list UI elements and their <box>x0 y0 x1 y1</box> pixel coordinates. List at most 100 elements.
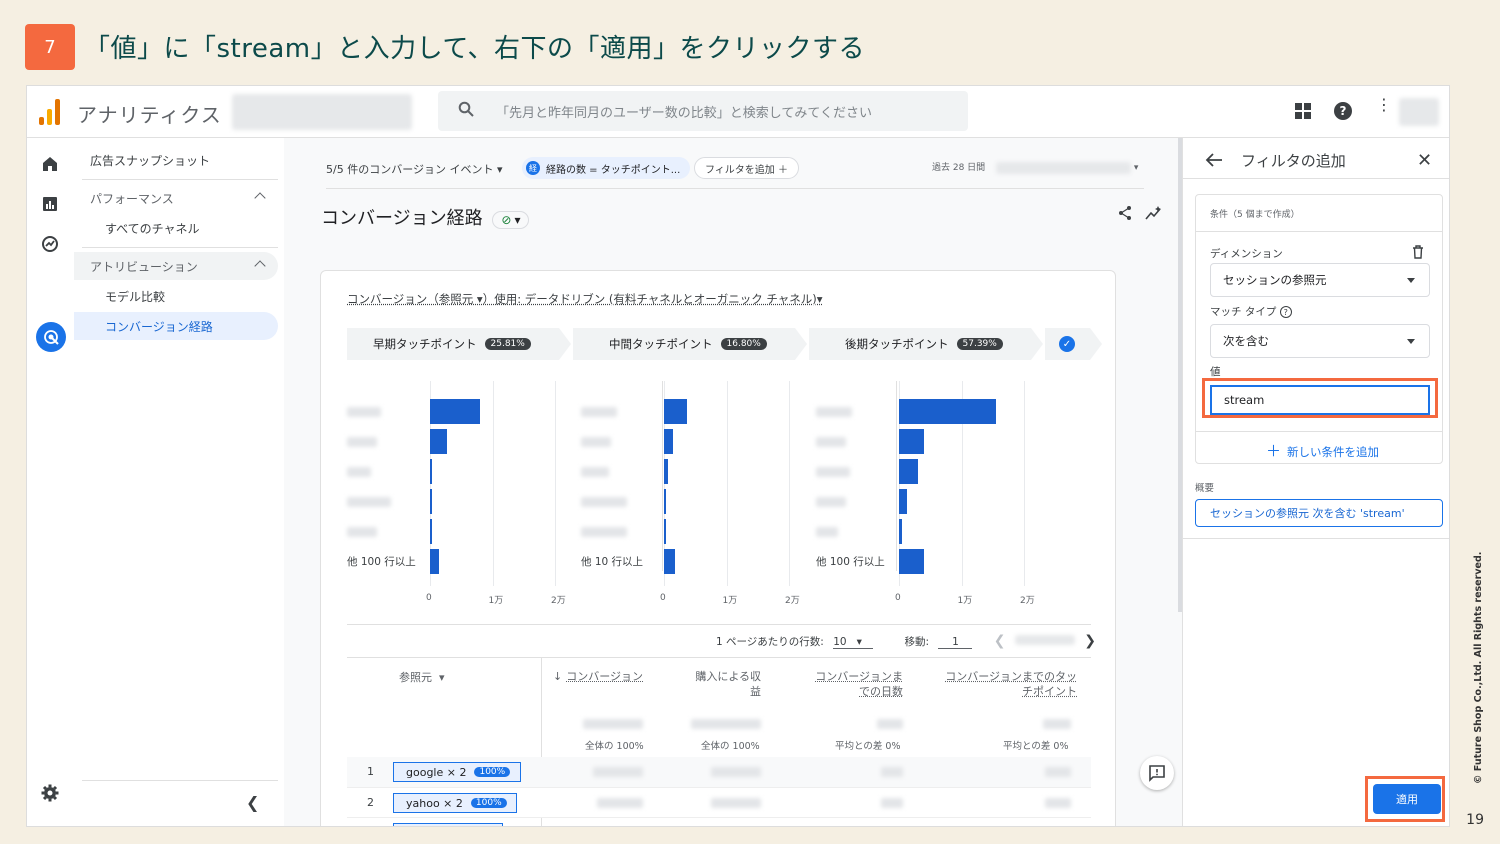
insights-icon[interactable] <box>1145 205 1163 221</box>
gridline <box>555 381 556 586</box>
chart-bar[interactable] <box>899 399 996 424</box>
add-condition-button[interactable]: ＋新しい条件を追加 <box>1266 440 1379 461</box>
nav-item-conversion-paths[interactable]: コンバージョン経路 <box>74 312 278 340</box>
chart-bar[interactable] <box>430 489 432 514</box>
stage-conversion: ✓ <box>1045 328 1102 360</box>
chart-bar[interactable] <box>664 549 676 574</box>
chart-bar[interactable] <box>664 429 673 454</box>
gridline <box>726 381 728 586</box>
reports-icon[interactable] <box>40 194 60 214</box>
back-arrow-icon[interactable] <box>1205 152 1223 168</box>
apps-grid-icon[interactable] <box>1295 103 1311 119</box>
path-chip[interactable]: google × 2 100% <box>393 762 521 782</box>
avg-days <box>877 719 903 729</box>
filter-row: 5/5 件のコンバージョン イベント ▾ 経 経路の数 = タッチポイント...… <box>326 157 799 183</box>
bar-label-other: 他 100 行以上 <box>347 556 416 568</box>
column-header-touchpoints[interactable]: コンバージョンまでのタッチポイント <box>943 669 1077 699</box>
chart-bar[interactable] <box>430 429 447 454</box>
path-count-filter-chip[interactable]: 経 経路の数 = タッチポイント... <box>522 157 691 179</box>
add-filter-button[interactable]: フィルタを追加 ＋ <box>694 157 799 179</box>
share-icon[interactable] <box>1117 205 1133 221</box>
axis-tick-label: 0 <box>426 593 432 603</box>
cell-blurred <box>711 767 761 777</box>
stage-percent: 25.81% <box>484 338 531 350</box>
row-number: 1 <box>367 765 374 778</box>
goto-page-input[interactable]: 1 <box>938 636 973 649</box>
chevron-up-icon <box>254 192 266 204</box>
next-page-icon[interactable]: ❯ <box>1084 633 1096 649</box>
panel-divider <box>896 381 897 571</box>
help-icon[interactable]: ? <box>1334 102 1352 120</box>
chart-bar[interactable] <box>430 459 432 484</box>
date-range-selector[interactable]: 過去 28 日間 ▾ <box>932 160 1138 174</box>
nav-section-performance[interactable]: パフォーマンス <box>74 184 278 212</box>
nav-item-ad-snapshot[interactable]: 広告スナップショット <box>74 146 278 174</box>
chart-bar[interactable] <box>430 519 432 544</box>
table-row[interactable]: 2 yahoo × 2 100% <box>347 787 1091 817</box>
attribution-model-selector[interactable]: コンバージョン（参照元 ▾）使用: データドリブン (有料チャネルとオーガニック… <box>347 291 823 307</box>
analytics-logo-icon[interactable] <box>39 99 63 125</box>
feedback-button[interactable] <box>1140 756 1174 790</box>
stage-middle[interactable]: 中間タッチポイント 16.80% <box>573 328 807 360</box>
delete-icon[interactable] <box>1412 245 1424 259</box>
chart-bar[interactable] <box>664 399 687 424</box>
account-selector[interactable] <box>232 94 412 130</box>
chart-bar[interactable] <box>430 399 480 424</box>
dimension-select[interactable]: セッションの参照元 <box>1210 263 1430 297</box>
chart-bar[interactable] <box>899 549 924 574</box>
step-badge: 7 <box>25 24 75 70</box>
advertising-glyph-icon <box>44 330 59 345</box>
pagination: 1 ページあたりの行数: 10 ▾ 移動: 1 ❮ ❯ <box>716 633 1096 649</box>
chart-bar[interactable] <box>664 489 666 514</box>
stage-late[interactable]: 後期タッチポイント 57.39% <box>809 328 1043 360</box>
column-header-revenue[interactable]: 購入による収益 <box>685 669 761 699</box>
chart-bar[interactable] <box>430 549 439 574</box>
avatar[interactable] <box>1399 98 1439 126</box>
report-status-selector[interactable]: ⊘ ▾ <box>492 211 530 229</box>
stage-label: 早期タッチポイント <box>373 337 477 351</box>
gridline <box>1024 381 1025 586</box>
search-placeholder: 「先月と昨年同月のユーザー数の比較」と検索してみてください <box>496 106 872 121</box>
gridline <box>789 381 790 586</box>
match-type-select[interactable]: 次を含む <box>1210 324 1430 358</box>
help-outline-icon[interactable]: ? <box>1279 306 1292 318</box>
explore-icon[interactable] <box>40 234 60 254</box>
chart-bar[interactable] <box>664 519 666 544</box>
nav-item-all-channels[interactable]: すべてのチャネル <box>74 214 278 242</box>
table-row[interactable] <box>347 817 1091 826</box>
advertising-icon[interactable] <box>36 322 66 352</box>
stage-label: 後期タッチポイント <box>845 337 949 351</box>
more-vert-icon[interactable]: ⋮ <box>1376 97 1392 120</box>
axis-tick-label: 1万 <box>957 596 973 606</box>
column-header-conversions[interactable]: ↓ コンバージョン <box>553 669 643 684</box>
divider <box>326 188 1144 189</box>
collapse-nav-icon[interactable]: ❮ <box>246 793 259 812</box>
chart-bar[interactable] <box>899 459 918 484</box>
stage-early[interactable]: 早期タッチポイント 25.81% <box>347 328 571 360</box>
bar-label-blurred <box>581 497 627 507</box>
column-header-days[interactable]: コンバージョンまでの日数 <box>805 669 903 699</box>
path-chip[interactable] <box>393 823 503 826</box>
search-box[interactable]: 「先月と昨年同月のユーザー数の比較」と検索してみてください <box>438 91 968 131</box>
conversion-event-selector[interactable]: 5/5 件のコンバージョン イベント ▾ <box>326 163 503 176</box>
close-icon[interactable]: ✕ <box>1417 150 1432 171</box>
chart-bar[interactable] <box>899 489 908 514</box>
table-row[interactable]: 1 google × 2 100% <box>347 757 1091 787</box>
chart-bar[interactable] <box>899 519 903 544</box>
nav-section-attribution[interactable]: アトリビューション <box>74 252 278 280</box>
summary-chip: セッションの参照元 次を含む 'stream' <box>1195 499 1443 527</box>
nav-item-model-comparison[interactable]: モデル比較 <box>74 282 278 310</box>
chart-bar[interactable] <box>899 429 924 454</box>
bar-label-blurred <box>347 527 377 537</box>
path-chip[interactable]: yahoo × 2 100% <box>393 793 517 813</box>
filter-chip-badge: 経 <box>526 161 540 175</box>
divider <box>1183 538 1449 539</box>
left-rail <box>27 138 74 826</box>
chart-bar[interactable] <box>664 459 669 484</box>
settings-gear-icon[interactable] <box>40 783 60 803</box>
total-revenue <box>691 719 761 729</box>
home-icon[interactable] <box>40 154 60 174</box>
prev-page-icon[interactable]: ❮ <box>994 633 1006 649</box>
rows-per-page-select[interactable]: 10 ▾ <box>833 636 874 649</box>
column-header-source[interactable]: 参照元 ▾ <box>399 670 445 685</box>
